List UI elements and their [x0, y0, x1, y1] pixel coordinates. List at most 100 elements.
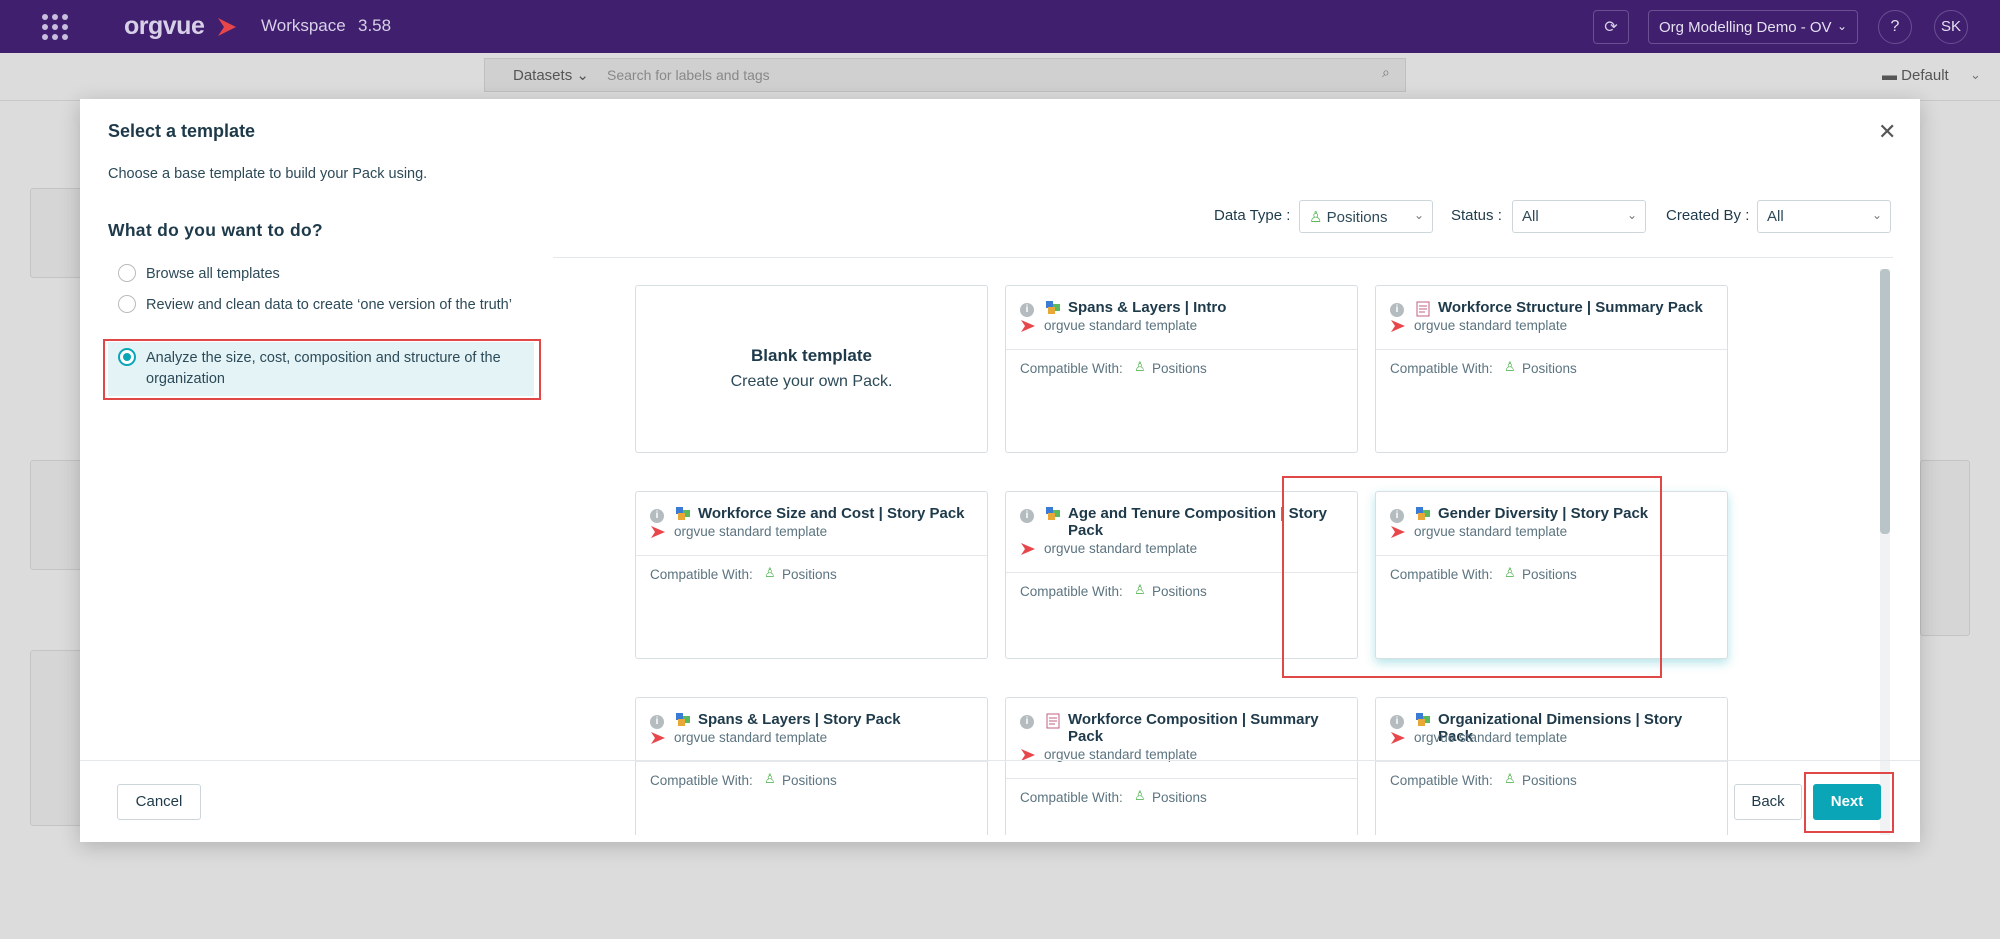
compatible-value: Positions	[1152, 361, 1207, 376]
document-icon	[1416, 301, 1430, 317]
template-source: orgvue standard template	[1414, 730, 1568, 745]
modal-subtitle: Choose a base template to build your Pac…	[108, 166, 428, 182]
chevron-down-icon: ⌄	[1871, 208, 1882, 222]
option-label: Review and clean data to create ‘one ver…	[146, 297, 512, 313]
orgvue-logo[interactable]: orgvue	[124, 12, 205, 41]
compatible-value: Positions	[782, 567, 837, 582]
template-card[interactable]: i Workforce Size and Cost | Story Pack o…	[635, 491, 988, 659]
info-icon[interactable]: i	[1020, 509, 1034, 523]
select-template-modal: Select a template ✕ Choose a base templa…	[80, 99, 1920, 842]
workspace-version: 3.58	[358, 16, 392, 35]
compatible-label: Compatible With:	[1390, 361, 1493, 376]
positions-icon: ♙	[1134, 582, 1146, 597]
workspace-label: Workspace	[261, 16, 346, 35]
template-title: Workforce Size and Cost | Story Pack	[698, 505, 965, 522]
orgvue-logo-mark-icon	[651, 732, 665, 744]
info-icon[interactable]: i	[1020, 303, 1034, 317]
template-source: orgvue standard template	[1414, 318, 1568, 333]
template-grid: Blank template Create your own Pack. i S…	[553, 258, 1903, 835]
compatible-label: Compatible With:	[650, 773, 753, 788]
search-icon: ⌕	[1382, 64, 1390, 80]
radio-button[interactable]	[118, 264, 136, 282]
org-selector-label: Org Modelling Demo - OV	[1659, 19, 1832, 36]
blocks-icon	[1046, 301, 1060, 314]
compatible-label: Compatible With:	[1020, 584, 1123, 599]
compatible-label: Compatible With:	[650, 567, 753, 582]
template-title: Spans & Layers | Story Pack	[698, 711, 901, 728]
template-card[interactable]: i Organizational Dimensions | Story Pack…	[1375, 697, 1728, 835]
info-icon[interactable]: i	[650, 509, 664, 523]
blocks-icon	[676, 507, 690, 520]
compatible-label: Compatible With:	[1390, 773, 1493, 788]
user-avatar[interactable]: SK	[1934, 10, 1968, 44]
card-divider	[1376, 349, 1727, 350]
highlight-box	[1804, 772, 1894, 833]
template-card[interactable]: i Workforce Composition | Summary Pack o…	[1005, 697, 1358, 835]
app-grid-icon[interactable]	[42, 14, 68, 40]
info-icon[interactable]: i	[1390, 303, 1404, 317]
info-icon[interactable]: i	[650, 715, 664, 729]
template-source: orgvue standard template	[1044, 541, 1198, 556]
positions-icon: ♙	[764, 771, 776, 786]
info-icon[interactable]: i	[1020, 715, 1034, 729]
background-search-placeholder: Search for labels and tags	[607, 67, 770, 83]
positions-icon: ♙	[1134, 359, 1146, 374]
orgvue-logo-mark-icon	[1391, 732, 1405, 744]
background-card	[1920, 460, 1970, 636]
positions-icon: ♙	[1134, 788, 1146, 803]
compatible-value: Positions	[782, 773, 837, 788]
card-divider	[1376, 761, 1727, 762]
cancel-button[interactable]: Cancel	[117, 784, 201, 820]
status-select[interactable]: All ⌄	[1512, 200, 1646, 233]
blocks-icon	[1416, 713, 1430, 726]
template-card[interactable]: i Spans & Layers | Story Pack orgvue sta…	[635, 697, 988, 835]
orgvue-logo-mark-icon	[651, 526, 665, 538]
back-button[interactable]: Back	[1734, 784, 1802, 820]
card-divider	[1006, 349, 1357, 350]
orgvue-logo-mark-icon	[1021, 543, 1035, 555]
status-label: Status :	[1451, 207, 1502, 224]
blank-template-card[interactable]: Blank template Create your own Pack.	[635, 285, 988, 453]
chevron-down-icon: ⌄	[1970, 67, 1981, 82]
template-card[interactable]: i Workforce Structure | Summary Pack org…	[1375, 285, 1728, 453]
close-icon[interactable]: ✕	[1878, 119, 1896, 145]
orgvue-logo-mark-icon	[1391, 320, 1405, 332]
blank-template-subtitle: Create your own Pack.	[730, 373, 893, 390]
modal-title: Select a template	[108, 121, 256, 141]
blocks-icon	[676, 713, 690, 726]
positions-icon: ♙	[764, 565, 776, 580]
compatible-label: Compatible With:	[1020, 361, 1123, 376]
card-divider	[636, 761, 987, 762]
created-by-select[interactable]: All ⌄	[1757, 200, 1891, 233]
template-title: Spans & Layers | Intro	[1068, 299, 1227, 316]
chevron-down-icon: ⌄	[1836, 19, 1847, 33]
template-source: orgvue standard template	[674, 730, 828, 745]
template-card[interactable]: i Spans & Layers | Intro orgvue standard…	[1005, 285, 1358, 453]
document-icon	[1046, 713, 1060, 729]
highlight-box	[1282, 476, 1662, 678]
compatible-value: Positions	[1152, 790, 1207, 805]
option-review-clean[interactable]: Review and clean data to create ‘one ver…	[108, 293, 534, 337]
data-type-select[interactable]: ♙ Positions ⌄	[1299, 200, 1433, 233]
blocks-icon	[1046, 507, 1060, 520]
compatible-value: Positions	[1522, 361, 1577, 376]
radio-button[interactable]	[118, 295, 136, 313]
chevron-down-icon: ⌄	[1413, 208, 1424, 222]
template-source: orgvue standard template	[674, 524, 828, 539]
template-title: Workforce Structure | Summary Pack	[1438, 299, 1703, 316]
option-browse-all[interactable]: Browse all templates	[108, 262, 534, 286]
scrollbar-thumb[interactable]	[1880, 269, 1890, 534]
template-title: Workforce Composition | Summary Pack	[1068, 711, 1319, 745]
top-bar: orgvue Workspace 3.58 ⟳ Org Modelling De…	[0, 0, 2000, 53]
info-icon[interactable]: i	[1390, 715, 1404, 729]
background-datasets-dropdown: Datasets ⌄	[513, 67, 589, 84]
blank-template-title: Blank template	[751, 346, 872, 365]
refresh-icon: ⟳	[1604, 19, 1618, 36]
help-button[interactable]: ?	[1878, 10, 1912, 44]
positions-icon: ♙	[1309, 209, 1323, 226]
org-selector[interactable]: Org Modelling Demo - OV ⌄	[1648, 10, 1858, 44]
background-view-selector: ▬ Default	[1882, 67, 1949, 84]
data-type-label: Data Type :	[1214, 207, 1291, 224]
sync-button[interactable]: ⟳	[1593, 10, 1629, 44]
positions-icon: ♙	[1504, 359, 1516, 374]
